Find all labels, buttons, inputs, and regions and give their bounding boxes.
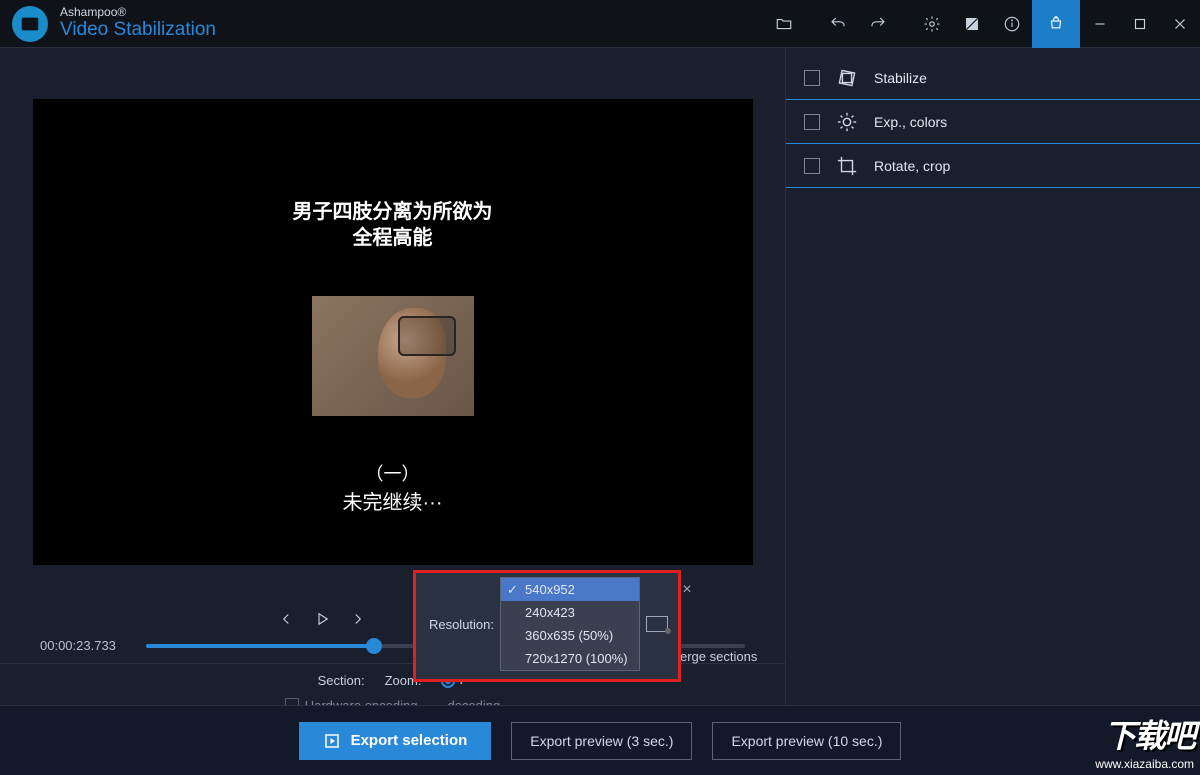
- resolution-option-selected[interactable]: 540x952: [501, 578, 639, 601]
- resolution-popup: × Resolution: 540x952 240x423 360x635 (5…: [413, 570, 681, 682]
- watermark-logo: 下载吧: [1095, 711, 1194, 757]
- tool-label: Stabilize: [874, 70, 927, 86]
- prev-frame-icon[interactable]: [275, 608, 297, 630]
- video-content: 男子四肢分离为所欲为 全程高能 （一） 未完继续···: [261, 99, 525, 565]
- export-primary-label: Export selection: [351, 732, 468, 749]
- watermark-url: www.xiazaiba.com: [1095, 757, 1194, 771]
- popup-close-icon[interactable]: ×: [678, 581, 696, 599]
- crop-checkbox[interactable]: [804, 158, 820, 174]
- resolution-option[interactable]: 240x423: [501, 601, 639, 624]
- play-icon[interactable]: [311, 608, 333, 630]
- export-icon: [323, 732, 341, 750]
- export-preview-3-label: Export preview (3 sec.): [530, 733, 673, 749]
- video-caption-3: （一）: [343, 460, 443, 486]
- brand-icon: [12, 6, 48, 42]
- export-bar: Export selection Export preview (3 sec.)…: [0, 705, 1200, 775]
- titlebar-actions: [764, 0, 1200, 47]
- stabilize-icon: [836, 67, 858, 89]
- redo-icon[interactable]: [858, 0, 898, 48]
- video-frame[interactable]: 男子四肢分离为所欲为 全程高能 （一） 未完继续···: [33, 99, 753, 565]
- minimize-icon[interactable]: [1080, 0, 1120, 48]
- video-caption-2: 全程高能: [293, 225, 493, 251]
- video-container: 男子四肢分离为所欲为 全程高能 （一） 未完继续···: [0, 48, 785, 598]
- merge-sections-checkbox[interactable]: erge sections: [680, 649, 757, 664]
- timecode: 00:00:23.733: [40, 638, 130, 653]
- right-panel: Stabilize Exp., colors Rotate, crop: [785, 48, 1200, 775]
- stabilize-checkbox[interactable]: [804, 70, 820, 86]
- resolution-option[interactable]: 360x635 (50%): [501, 624, 639, 647]
- app-title: Video Stabilization: [60, 20, 216, 41]
- cart-icon[interactable]: [1032, 0, 1080, 48]
- tool-label: Exp., colors: [874, 114, 947, 130]
- info-icon[interactable]: [992, 0, 1032, 48]
- export-selection-button[interactable]: Export selection: [299, 722, 492, 760]
- next-frame-icon[interactable]: [347, 608, 369, 630]
- timeline-thumb[interactable]: [366, 638, 382, 654]
- tool-rotate-crop[interactable]: Rotate, crop: [786, 144, 1200, 188]
- titlebar: Ashampoo® Video Stabilization: [0, 0, 1200, 48]
- video-thumbnail: [312, 296, 474, 416]
- exposure-checkbox[interactable]: [804, 114, 820, 130]
- export-preview-10-button[interactable]: Export preview (10 sec.): [712, 722, 901, 760]
- export-preview-10-label: Export preview (10 sec.): [731, 733, 882, 749]
- export-preview-3-button[interactable]: Export preview (3 sec.): [511, 722, 692, 760]
- maximize-icon[interactable]: [1120, 0, 1160, 48]
- resolution-option[interactable]: 720x1270 (100%): [501, 647, 639, 670]
- snapshot-icon[interactable]: [646, 616, 668, 632]
- settings-icon[interactable]: [912, 0, 952, 48]
- resolution-label: Resolution:: [426, 617, 494, 632]
- resolution-dropdown[interactable]: 540x952 240x423 360x635 (50%) 720x1270 (…: [500, 577, 640, 671]
- note-icon[interactable]: [952, 0, 992, 48]
- undo-icon[interactable]: [818, 0, 858, 48]
- tool-label: Rotate, crop: [874, 158, 950, 174]
- video-caption-1: 男子四肢分离为所欲为: [293, 199, 493, 225]
- sun-icon: [836, 111, 858, 133]
- video-caption-4: 未完继续···: [343, 486, 443, 515]
- tool-stabilize[interactable]: Stabilize: [786, 56, 1200, 100]
- crop-icon: [836, 155, 858, 177]
- app-logo: Ashampoo® Video Stabilization: [0, 6, 216, 42]
- section-label: Section:: [318, 673, 365, 688]
- close-icon[interactable]: [1160, 0, 1200, 48]
- watermark: 下载吧 www.xiazaiba.com: [1095, 711, 1194, 771]
- brand-text: Ashampoo®: [60, 6, 216, 19]
- tool-exposure[interactable]: Exp., colors: [786, 100, 1200, 144]
- folder-icon[interactable]: [764, 0, 804, 48]
